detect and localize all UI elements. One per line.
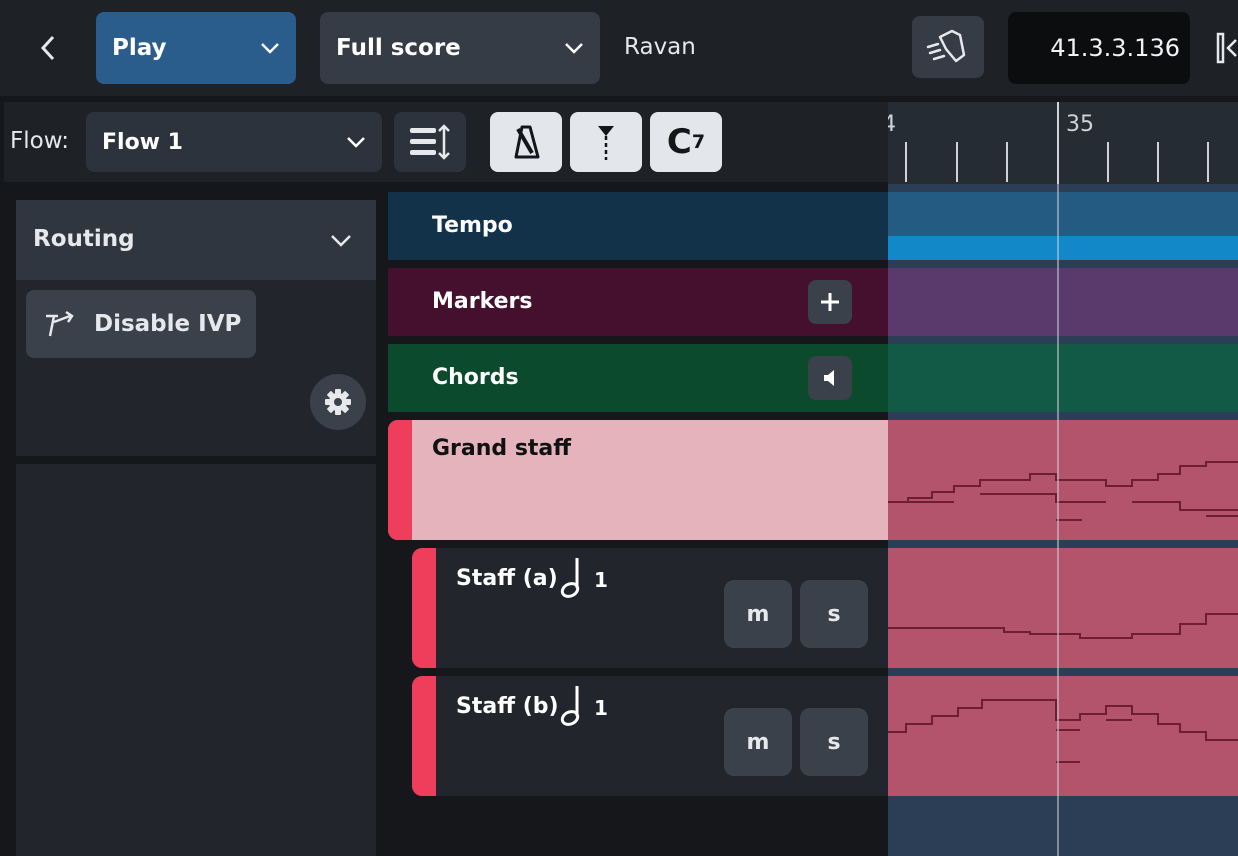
flow-value: Flow 1: [102, 129, 183, 155]
track-name: Chords: [432, 365, 519, 390]
routing-title: Routing: [33, 226, 135, 252]
track-name: Markers: [432, 289, 533, 314]
solo-label: s: [827, 729, 841, 755]
half-note-icon: [560, 558, 580, 598]
tempo-track-header[interactable]: Tempo: [388, 192, 888, 260]
disable-ivp-button[interactable]: Disable IVP: [26, 290, 256, 358]
layout-label: Full score: [336, 35, 461, 61]
mute-label: m: [746, 601, 770, 627]
add-marker-button[interactable]: [808, 280, 852, 324]
chord-symbol-main: C: [666, 122, 692, 162]
track-name: Staff (b): [456, 694, 559, 719]
track-name: Grand staff: [432, 436, 572, 461]
flow-label: Flow:: [10, 128, 69, 154]
mute-button[interactable]: m: [724, 708, 792, 776]
track-name: Staff (a): [456, 566, 558, 591]
timecode-value: 41.3.3.136: [1050, 34, 1180, 62]
track-name: Tempo: [432, 213, 513, 238]
event-display[interactable]: [888, 184, 1238, 856]
routing-arrow-icon: [46, 310, 74, 337]
track-height-button[interactable]: [394, 112, 466, 172]
solo-button[interactable]: s: [800, 580, 868, 648]
grand-staff-track-header[interactable]: Grand staff: [388, 420, 888, 540]
chevron-down-icon: [331, 235, 351, 247]
timeline-ruler: 4 35: [888, 102, 1238, 184]
performance-button[interactable]: [912, 16, 984, 78]
chevron-down-icon: [565, 43, 583, 54]
marker-icon: [598, 126, 614, 160]
ruler-ticks: [905, 102, 1209, 184]
timecode-display: 41.3.3.136: [1008, 12, 1190, 84]
routing-header[interactable]: Routing: [16, 200, 376, 280]
plus-icon: [821, 293, 839, 311]
mode-dropdown[interactable]: Play: [96, 12, 296, 84]
event-lanes: [888, 184, 1238, 856]
metronome-icon: [514, 125, 540, 159]
solo-button[interactable]: s: [800, 708, 868, 776]
voice-count: 1: [594, 568, 608, 592]
chevron-down-icon: [347, 137, 365, 148]
chevron-down-icon: [261, 43, 279, 54]
track-color-strip: [412, 676, 436, 796]
voice-count: 1: [594, 696, 608, 720]
metronome-button[interactable]: [490, 112, 562, 172]
chevron-left-icon: [40, 35, 55, 61]
half-note-icon: [560, 686, 580, 726]
layout-dropdown[interactable]: Full score: [320, 12, 600, 84]
mode-label: Play: [112, 35, 167, 61]
mute-label: m: [746, 729, 770, 755]
flow-dropdown[interactable]: Flow 1: [86, 112, 382, 172]
lower-panel: [16, 464, 376, 856]
staff-a-track-header[interactable]: Staff (a) 1 m s: [412, 548, 888, 668]
back-button[interactable]: [24, 22, 72, 74]
rewind-to-start-icon: [1216, 32, 1237, 64]
chord-symbol-superscript: 7: [691, 131, 706, 153]
track-color-strip: [412, 548, 436, 668]
disable-ivp-label: Disable IVP: [94, 311, 242, 337]
running-shoe-icon: [926, 29, 966, 63]
routing-settings-button[interactable]: [310, 374, 366, 430]
chord-symbols-button[interactable]: C7: [650, 112, 722, 172]
chords-track-header[interactable]: Chords: [388, 344, 888, 412]
solo-label: s: [827, 601, 841, 627]
markers-toggle-button[interactable]: [570, 112, 642, 172]
track-height-icon: [410, 124, 450, 160]
project-title: Ravan: [624, 34, 696, 60]
gear-icon: [325, 389, 351, 415]
chord-audition-button[interactable]: [808, 356, 852, 400]
rewind-to-start-button[interactable]: [1208, 22, 1238, 74]
staff-b-track-header[interactable]: Staff (b) 1 m s: [412, 676, 888, 796]
mute-button[interactable]: m: [724, 580, 792, 648]
speaker-icon: [824, 370, 834, 386]
track-color-strip: [388, 420, 412, 540]
markers-track-header[interactable]: Markers: [388, 268, 888, 336]
